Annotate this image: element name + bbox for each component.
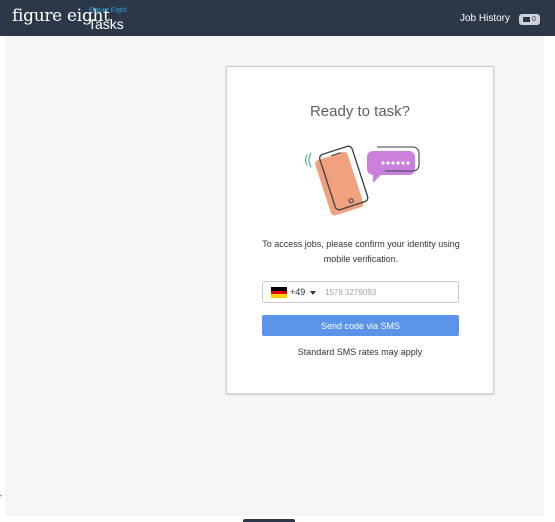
germany-flag-icon[interactable] bbox=[271, 287, 287, 298]
chat-bubble-icon bbox=[367, 146, 420, 183]
phone-icon bbox=[315, 145, 369, 216]
verification-card: Ready to task? To access jobs, please co… bbox=[226, 66, 494, 394]
sms-rates-note: Standard SMS rates may apply bbox=[297, 347, 423, 357]
signal-waves-icon bbox=[304, 152, 312, 168]
dial-code[interactable]: +49 bbox=[290, 287, 305, 297]
phone-number-field: +49 bbox=[262, 281, 459, 303]
envelope-icon bbox=[523, 17, 530, 22]
messages-badge[interactable]: 0 bbox=[519, 14, 540, 25]
top-navbar: figure eight Figure Eight Tasks Job Hist… bbox=[0, 0, 555, 36]
send-sms-button[interactable]: Send code via SMS bbox=[262, 315, 459, 336]
page-section-title: Tasks bbox=[88, 16, 124, 32]
instruction-text: To access jobs, please confirm your iden… bbox=[262, 239, 460, 264]
phone-illustration-icon bbox=[304, 145, 420, 216]
phone-input[interactable] bbox=[323, 283, 453, 301]
card-title: Ready to task? bbox=[309, 103, 411, 120]
message-count: 0 bbox=[532, 16, 536, 23]
caret-down-icon[interactable] bbox=[310, 291, 316, 295]
job-history-link[interactable]: Job History bbox=[460, 13, 510, 24]
decorative-dot: • bbox=[0, 494, 3, 500]
brand-subtitle: Figure Eight bbox=[89, 7, 127, 14]
